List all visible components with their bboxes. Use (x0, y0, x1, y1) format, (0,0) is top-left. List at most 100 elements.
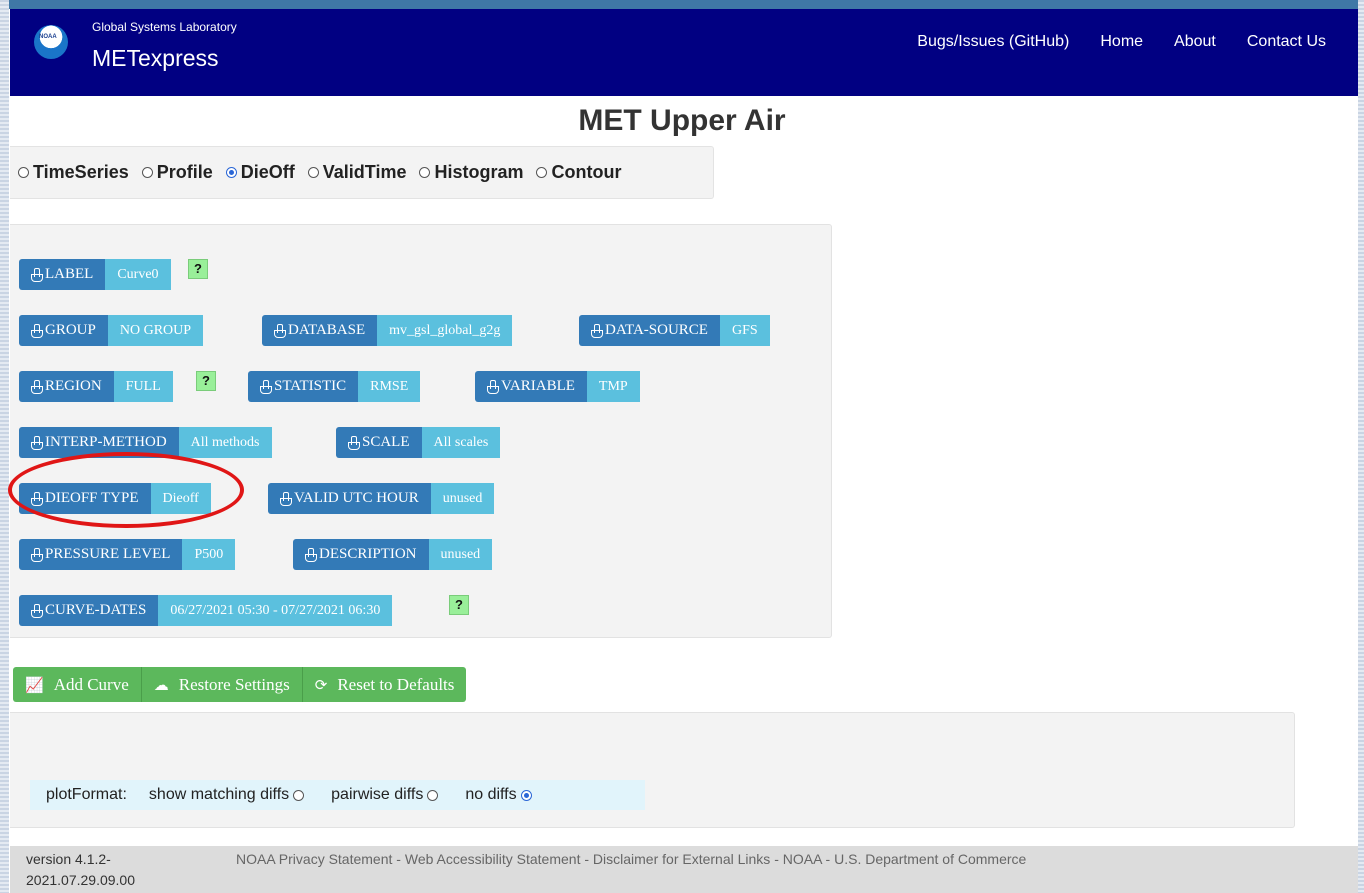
nav-link-bugs[interactable]: Bugs/Issues (GitHub) (917, 33, 1069, 51)
param-scale-button[interactable]: SCALE All scales (336, 427, 501, 458)
param-name: VARIABLE (501, 378, 575, 394)
reset-defaults-button[interactable]: ⟳ Reset to Defaults (302, 667, 467, 702)
curve-action-buttons: 📈 Add Curve ☁ Restore Settings ⟳ Reset to D… (13, 667, 467, 702)
nav-link-about[interactable]: About (1174, 33, 1216, 51)
param-value: RMSE (358, 371, 421, 402)
radio-icon[interactable] (536, 167, 548, 178)
plot-format-matching-diffs[interactable]: show matching diffs (149, 786, 308, 804)
plot-type-profile[interactable]: Profile (141, 162, 213, 183)
pointer-hand-icon (31, 603, 43, 618)
radio-icon[interactable] (18, 167, 29, 178)
param-database-button[interactable]: DATABASE mv_gsl_global_g2g (262, 315, 513, 346)
radio-icon[interactable] (427, 789, 439, 801)
footer-separator: - (821, 851, 835, 867)
plot-type-dieoff[interactable]: DieOff (225, 162, 295, 183)
param-label-button[interactable]: LABEL Curve0 (19, 259, 171, 290)
help-icon[interactable]: ? (449, 595, 469, 615)
param-curve-dates-button[interactable]: CURVE-DATES 06/27/2021 05:30 - 07/27/202… (19, 595, 393, 626)
add-curve-label: Add Curve (53, 674, 129, 694)
plot-type-label: Contour (551, 162, 622, 182)
param-value: GFS (719, 315, 770, 346)
param-dieoff-type-button[interactable]: DIEOFF TYPE Dieoff (19, 483, 211, 514)
nav-link-home[interactable]: Home (1100, 33, 1143, 51)
cloud-upload-icon: ☁ (153, 675, 169, 694)
add-curve-button[interactable]: 📈 Add Curve (13, 667, 142, 702)
footer-link-noaa[interactable]: NOAA (783, 851, 822, 867)
footer-separator: - (770, 851, 783, 867)
pointer-hand-icon (31, 491, 43, 506)
plot-format-row: plotFormat: show matching diffs pairwise… (30, 780, 645, 810)
param-name: DESCRIPTION (319, 546, 417, 562)
footer-separator: - (392, 851, 405, 867)
window-top-strip (0, 0, 1364, 9)
footer-link-commerce[interactable]: U.S. Department of Commerce (834, 851, 1026, 867)
pointer-hand-icon (31, 267, 43, 282)
nav-links: Bugs/Issues (GitHub) Home About Contact … (886, 33, 1326, 51)
app-name[interactable]: METexpress (92, 45, 219, 72)
pointer-hand-icon (274, 323, 286, 338)
footer-link-disclaimer[interactable]: Disclaimer for External Links (593, 851, 770, 867)
footer-link-accessibility[interactable]: Web Accessibility Statement (405, 851, 581, 867)
footer-links: NOAA Privacy Statement - Web Accessibili… (236, 851, 1026, 867)
radio-icon[interactable] (293, 789, 305, 801)
plot-type-validtime[interactable]: ValidTime (307, 162, 406, 183)
plot-type-label: DieOff (240, 162, 295, 182)
noaa-logo-icon[interactable]: NOAA (34, 25, 68, 59)
version-line-1: version 4.1.2- (26, 851, 111, 867)
logo-text: NOAA (39, 34, 57, 40)
param-value: unused (430, 483, 495, 514)
footer: version 4.1.2- 2021.07.29.09.00 NOAA Pri… (10, 846, 1358, 893)
plot-type-histogram[interactable]: Histogram (419, 162, 523, 183)
param-valid-utc-hour-button[interactable]: VALID UTC HOUR unused (268, 483, 495, 514)
radio-icon[interactable] (419, 167, 431, 178)
footer-link-privacy[interactable]: NOAA Privacy Statement (236, 851, 392, 867)
param-name: CURVE-DATES (45, 602, 147, 618)
pointer-hand-icon (348, 435, 360, 450)
param-description-button[interactable]: DESCRIPTION unused (293, 539, 493, 570)
restore-settings-button[interactable]: ☁ Restore Settings (141, 667, 303, 702)
param-name: SCALE (362, 434, 410, 450)
param-value: TMP (586, 371, 640, 402)
param-pressure-level-button[interactable]: PRESSURE LEVEL P500 (19, 539, 236, 570)
param-value: P500 (182, 539, 236, 570)
navbar: NOAA Global Systems Laboratory METexpres… (10, 9, 1358, 96)
plot-format-panel (10, 712, 1295, 828)
pointer-hand-icon (591, 323, 603, 338)
param-data-source-button[interactable]: DATA-SOURCE GFS (579, 315, 770, 346)
param-value: Curve0 (105, 259, 171, 290)
plot-type-label: TimeSeries (33, 162, 129, 182)
param-value: mv_gsl_global_g2g (377, 315, 513, 346)
param-value: unused (428, 539, 493, 570)
refresh-icon: ⟳ (314, 675, 328, 694)
param-interp-method-button[interactable]: INTERP-METHOD All methods (19, 427, 272, 458)
param-value: All methods (178, 427, 272, 458)
footer-separator: - (580, 851, 593, 867)
radio-icon[interactable] (141, 167, 153, 178)
radio-selected-icon[interactable] (520, 789, 532, 801)
param-group-button[interactable]: GROUP NO GROUP (19, 315, 204, 346)
line-chart-icon: 📈 (25, 675, 44, 694)
help-icon[interactable]: ? (188, 259, 208, 279)
param-value: 06/27/2021 05:30 - 07/27/2021 06:30 (158, 595, 393, 626)
param-name: REGION (45, 378, 102, 394)
param-name: DATABASE (288, 322, 366, 338)
param-name: GROUP (45, 322, 96, 338)
param-region-button[interactable]: REGION FULL (19, 371, 173, 402)
version-line-2: 2021.07.29.09.00 (26, 872, 135, 888)
radio-icon[interactable] (307, 167, 319, 178)
param-variable-button[interactable]: VARIABLE TMP (475, 371, 640, 402)
param-statistic-button[interactable]: STATISTIC RMSE (248, 371, 421, 402)
plot-type-contour[interactable]: Contour (536, 162, 621, 183)
nav-link-contact[interactable]: Contact Us (1247, 33, 1326, 51)
plot-format-pairwise-diffs[interactable]: pairwise diffs (331, 786, 442, 804)
pointer-hand-icon (31, 379, 43, 394)
org-name: Global Systems Laboratory (92, 20, 237, 34)
plot-type-timeseries[interactable]: TimeSeries (18, 162, 129, 183)
plot-format-no-diffs[interactable]: no diffs (465, 786, 535, 804)
radio-selected-icon[interactable] (225, 167, 237, 178)
restore-settings-label: Restore Settings (178, 674, 290, 694)
help-icon[interactable]: ? (196, 371, 216, 391)
param-name: STATISTIC (274, 378, 347, 394)
param-name: DIEOFF TYPE (45, 490, 139, 506)
pointer-hand-icon (487, 379, 499, 394)
